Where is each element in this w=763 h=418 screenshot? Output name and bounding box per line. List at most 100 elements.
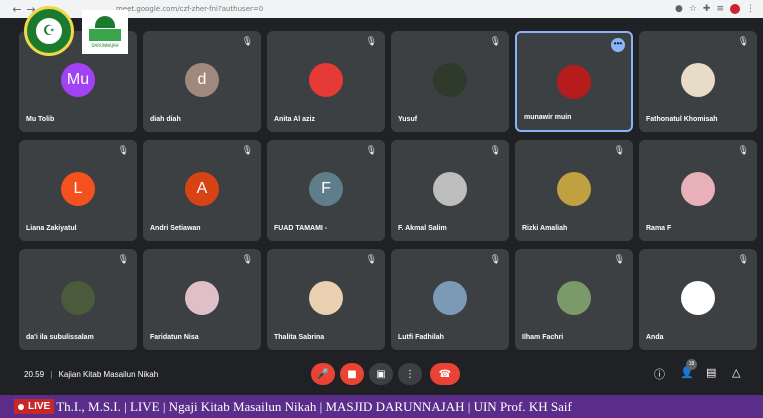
participant-avatar: A bbox=[185, 172, 219, 206]
location-icon[interactable]: ● bbox=[675, 4, 683, 14]
participant-name: Ilham Fachri bbox=[522, 334, 564, 341]
participant-name: Lutfi Fadhilah bbox=[398, 334, 444, 341]
participant-tile[interactable]: 🎙 L Liana Zakiyatul bbox=[19, 140, 137, 241]
participant-tile[interactable]: 🎙 Anda bbox=[639, 249, 757, 350]
meeting-info: 20.59 | Kajian Kitab Masailun Nikah bbox=[24, 370, 159, 379]
participant-avatar bbox=[557, 281, 591, 315]
present-icon: ▣ bbox=[376, 368, 386, 380]
meeting-details-button[interactable]: ⓘ bbox=[654, 366, 665, 382]
mic-muted-icon: 🎙 bbox=[489, 146, 501, 156]
mic-muted-icon: 🎙 bbox=[613, 255, 625, 265]
participant-tile[interactable]: 🎙 Ilham Fachri bbox=[515, 249, 633, 350]
participant-name: Rama F bbox=[646, 225, 672, 232]
menu-icon[interactable]: ⋮ bbox=[746, 4, 755, 14]
mic-muted-icon: 🎙 bbox=[489, 255, 501, 265]
ticker-text: Th.I., M.S.I. | LIVE | Ngaji Kitab Masai… bbox=[56, 398, 572, 414]
participant-name: diah diah bbox=[150, 116, 181, 123]
mic-muted-icon: 🎙 bbox=[365, 37, 377, 47]
participant-tile[interactable]: 🎙 F FUAD TAMAMI - bbox=[267, 140, 385, 241]
live-ticker: LIVE Th.I., M.S.I. | LIVE | Ngaji Kitab … bbox=[0, 395, 763, 418]
mosque-logo: DARUNNAJAH bbox=[82, 10, 128, 54]
reading-list-icon[interactable]: ≡ bbox=[716, 4, 724, 14]
participant-avatar bbox=[681, 63, 715, 97]
info-icon: ⓘ bbox=[654, 368, 665, 381]
present-button[interactable]: ▣ bbox=[369, 363, 393, 385]
phone-hangup-icon: ☎ bbox=[438, 368, 452, 380]
leave-call-button[interactable]: ☎ bbox=[430, 363, 460, 385]
participant-tile[interactable]: 🎙 Lutfi Fadhilah bbox=[391, 249, 509, 350]
mic-toggle-button[interactable]: 🎤 bbox=[311, 363, 335, 385]
participant-avatar bbox=[433, 63, 467, 97]
participant-count-badge: 18 bbox=[686, 359, 697, 370]
participant-tile[interactable]: 🎙 da'i ila subulissalam bbox=[19, 249, 137, 350]
participant-avatar bbox=[309, 281, 343, 315]
meeting-title: Kajian Kitab Masailun Nikah bbox=[58, 370, 159, 379]
participant-avatar bbox=[433, 172, 467, 206]
mic-muted-icon: 🎙 bbox=[737, 146, 749, 156]
participant-name: F. Akmal Salim bbox=[398, 225, 447, 232]
participant-name: Yusuf bbox=[398, 116, 418, 123]
participant-tile[interactable]: ••• munawir muin bbox=[515, 31, 633, 132]
participant-avatar: Mu bbox=[61, 63, 95, 97]
participant-avatar bbox=[433, 281, 467, 315]
back-icon[interactable]: ← bbox=[10, 3, 24, 16]
star-icon[interactable]: ☆ bbox=[689, 4, 697, 14]
participant-tile[interactable]: 🎙 Yusuf bbox=[391, 31, 509, 132]
mic-muted-icon: 🎙 bbox=[117, 146, 129, 156]
participant-tile[interactable]: 🎙 Rizki Amaliah bbox=[515, 140, 633, 241]
mic-muted-icon: 🎙 bbox=[489, 37, 501, 47]
more-vert-icon: ⋮ bbox=[405, 368, 415, 380]
participant-tile[interactable]: 🎙 Anita Al aziz bbox=[267, 31, 385, 132]
mic-off-icon: 🎤 bbox=[316, 368, 330, 380]
participant-name: Anita Al aziz bbox=[274, 116, 315, 123]
participant-tile[interactable]: 🎙 d diah diah bbox=[143, 31, 261, 132]
mic-muted-icon: 🎙 bbox=[241, 37, 253, 47]
more-options-button[interactable]: ⋮ bbox=[398, 363, 422, 385]
participant-avatar bbox=[557, 65, 591, 99]
participant-name: munawir muin bbox=[524, 114, 572, 121]
mic-muted-icon: 🎙 bbox=[613, 146, 625, 156]
participant-avatar bbox=[557, 172, 591, 206]
camera-off-icon: ■ bbox=[347, 368, 357, 380]
participant-avatar bbox=[309, 63, 343, 97]
participant-name: Fathonatul Khomisah bbox=[646, 116, 718, 123]
participant-avatar bbox=[61, 281, 95, 315]
extensions-icon[interactable]: ✚ bbox=[703, 4, 711, 14]
meeting-time: 20.59 bbox=[24, 370, 45, 379]
university-logo: ☪ bbox=[24, 6, 74, 56]
more-options-icon[interactable]: ••• bbox=[611, 38, 625, 52]
participant-tile[interactable]: 🎙 A Andri Setiawan bbox=[143, 140, 261, 241]
mic-muted-icon: 🎙 bbox=[365, 146, 377, 156]
activities-icon: △ bbox=[732, 366, 741, 379]
participant-tile[interactable]: 🎙 Fathonatul Khomisah bbox=[639, 31, 757, 132]
profile-avatar[interactable] bbox=[730, 4, 740, 14]
mic-muted-icon: 🎙 bbox=[241, 146, 253, 156]
chat-icon: ▤ bbox=[706, 366, 717, 379]
participant-avatar: F bbox=[309, 172, 343, 206]
mic-muted-icon: 🎙 bbox=[117, 255, 129, 265]
participant-name: da'i ila subulissalam bbox=[26, 334, 94, 341]
participant-name: Faridatun Nisa bbox=[150, 334, 199, 341]
address-bar[interactable]: meet.google.com/czf-zher-fni?authuser=0 bbox=[116, 5, 675, 13]
camera-toggle-button[interactable]: ■ bbox=[340, 363, 364, 385]
participant-avatar: d bbox=[185, 63, 219, 97]
participant-tile[interactable]: 🎙 F. Akmal Salim bbox=[391, 140, 509, 241]
participant-tile[interactable]: 🎙 Faridatun Nisa bbox=[143, 249, 261, 350]
live-badge: LIVE bbox=[14, 399, 55, 414]
mic-muted-icon: 🎙 bbox=[737, 37, 749, 47]
participant-name: Mu Tolib bbox=[26, 116, 55, 123]
activities-button[interactable]: △ bbox=[732, 366, 740, 379]
participant-tile[interactable]: 🎙 Thalita Sabrina bbox=[267, 249, 385, 350]
participant-avatar: L bbox=[61, 172, 95, 206]
participant-avatar bbox=[681, 172, 715, 206]
chat-button[interactable]: ▤ bbox=[706, 366, 716, 379]
mic-muted-icon: 🎙 bbox=[737, 255, 749, 265]
participant-name: Rizki Amaliah bbox=[522, 225, 568, 232]
participant-tile[interactable]: 🎙 Rama F bbox=[639, 140, 757, 241]
participant-name: Thalita Sabrina bbox=[274, 334, 325, 341]
participant-name: FUAD TAMAMI - bbox=[274, 225, 328, 232]
mic-muted-icon: 🎙 bbox=[241, 255, 253, 265]
participant-name: Liana Zakiyatul bbox=[26, 225, 77, 232]
mic-muted-icon: 🎙 bbox=[365, 255, 377, 265]
participant-name: Andri Setiawan bbox=[150, 225, 201, 232]
